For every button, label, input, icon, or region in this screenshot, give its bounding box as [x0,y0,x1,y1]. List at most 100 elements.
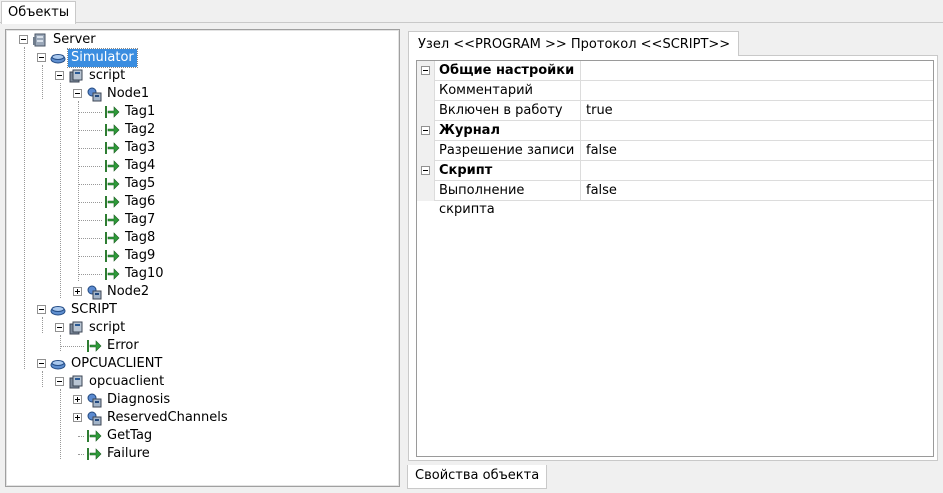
tree-label: Tag4 [125,158,156,173]
tree-item-node1[interactable]: Node1 [6,85,386,103]
tree-item-tag[interactable]: Tag8 [6,229,386,247]
tree-item-tag[interactable]: Tag4 [6,157,386,175]
top-tab-strip: Объекты [0,0,943,24]
tree-label: Error [107,338,139,353]
property-name: Общие настройки [436,61,581,81]
channel-icon [50,302,66,318]
tree-item-tag[interactable]: Tag2 [6,121,386,139]
tree-guide-line [60,346,84,347]
node-icon [86,86,102,102]
collapse-icon[interactable] [55,323,64,332]
tree-label: Node1 [107,86,150,101]
collapse-icon[interactable] [55,377,64,386]
collapse-icon[interactable] [37,359,46,368]
tree-label: Tag6 [125,194,156,209]
tree-label: Tag8 [125,230,156,245]
collapse-icon[interactable] [37,53,46,62]
tree-item-script-channel[interactable]: SCRIPT [6,301,386,319]
tag-arrow-icon [86,338,102,354]
expand-icon[interactable] [73,287,82,296]
collapse-icon[interactable] [37,305,46,314]
tree-item-tag[interactable]: Tag10 [6,265,386,283]
tree-label: Tag5 [125,176,156,191]
properties-frame: Общие настройки Комментарий Включен в ра… [408,55,938,461]
collapse-icon[interactable] [73,89,82,98]
tree-item-gettag[interactable]: GetTag [6,427,386,445]
tab-object-properties[interactable]: Свойства объекта [407,465,548,489]
tab-node-protocol[interactable]: Узел <<PROGRAM >> Протокол <<SCRIPT>> [408,31,740,56]
tree-label: Tag1 [125,104,156,119]
property-category-general[interactable]: Общие настройки [417,61,933,81]
collapse-icon[interactable] [421,66,430,75]
expand-icon[interactable] [73,395,82,404]
property-value-input[interactable]: false [582,141,932,161]
tree-item-error[interactable]: Error [6,337,386,355]
tree-guide-line [78,112,102,113]
tree-item-tag[interactable]: Tag3 [6,139,386,157]
tag-arrow-icon [104,104,120,120]
tag-arrow-icon [104,194,120,210]
property-category-journal[interactable]: Журнал [417,121,933,141]
device-icon [68,320,84,336]
object-tree[interactable]: Server Simulator script Node1 Tag1 Tag2 … [5,29,400,487]
tree-item-server[interactable]: Server [6,31,386,49]
tree-item-tag[interactable]: Tag5 [6,175,386,193]
tag-arrow-icon [104,158,120,174]
property-grid[interactable]: Общие настройки Комментарий Включен в ра… [416,60,934,457]
tree-guide-line [78,148,102,149]
tree-label: Node2 [107,284,150,299]
tree-item-script[interactable]: script [6,67,386,85]
tree-item-simulator[interactable]: Simulator [6,48,386,68]
property-value-input[interactable] [582,81,932,101]
expand-icon[interactable] [73,413,82,422]
tree-label: script [89,320,126,335]
tree-item-opcuaclient-channel[interactable]: OPCUACLIENT [6,355,386,373]
tag-arrow-icon [86,428,102,444]
property-row-write-permission[interactable]: Разрешение записи false [417,141,933,161]
tree-item-tag[interactable]: Tag7 [6,211,386,229]
tree-label: Diagnosis [107,392,171,407]
tree-item-script-device[interactable]: script [6,319,386,337]
property-category-script[interactable]: Скрипт [417,161,933,181]
tree-guide-line [78,220,102,221]
tree-guide-line [78,184,102,185]
tree-label: GetTag [107,428,153,443]
tree-label: SCRIPT [71,302,117,317]
tree-label: opcuaclient [89,374,165,389]
tree-guide-line [78,256,102,257]
tag-arrow-icon [104,230,120,246]
row-gutter [417,141,435,161]
tree-item-reserved-channels[interactable]: ReservedChannels [6,409,386,427]
tree-item-tag[interactable]: Tag9 [6,247,386,265]
collapse-icon[interactable] [421,166,430,175]
property-row-comment[interactable]: Комментарий [417,81,933,101]
tree-label: Failure [107,446,150,461]
property-value [582,61,932,81]
property-row-script-execution[interactable]: Выполнение скрипта false [417,181,933,217]
property-row-enabled[interactable]: Включен в работу true [417,101,933,121]
tree-item-opcuaclient-device[interactable]: opcuaclient [6,373,386,391]
tree-item-diagnosis[interactable]: Diagnosis [6,391,386,409]
property-name: Выполнение скрипта [436,181,581,217]
tree-item-node2[interactable]: Node2 [6,283,386,301]
collapse-icon[interactable] [421,126,430,135]
tag-arrow-icon [104,140,120,156]
device-icon [68,68,84,84]
tree-label: Simulator [67,48,138,68]
tag-arrow-icon [104,176,120,192]
server-icon [32,32,48,48]
tree-guide-line [78,436,84,437]
collapse-icon[interactable] [19,35,28,44]
tree-label: Tag2 [125,122,156,137]
collapse-icon[interactable] [55,71,64,80]
device-icon [68,374,84,390]
property-value-input[interactable]: false [582,181,932,201]
tag-arrow-icon [104,122,120,138]
channel-icon [50,50,66,66]
tab-objects[interactable]: Объекты [1,1,77,24]
property-value-input[interactable]: true [582,101,932,121]
tree-label: Tag10 [125,266,164,281]
tree-item-failure[interactable]: Failure [6,445,386,463]
tree-item-tag[interactable]: Tag1 [6,103,386,121]
tree-item-tag[interactable]: Tag6 [6,193,386,211]
